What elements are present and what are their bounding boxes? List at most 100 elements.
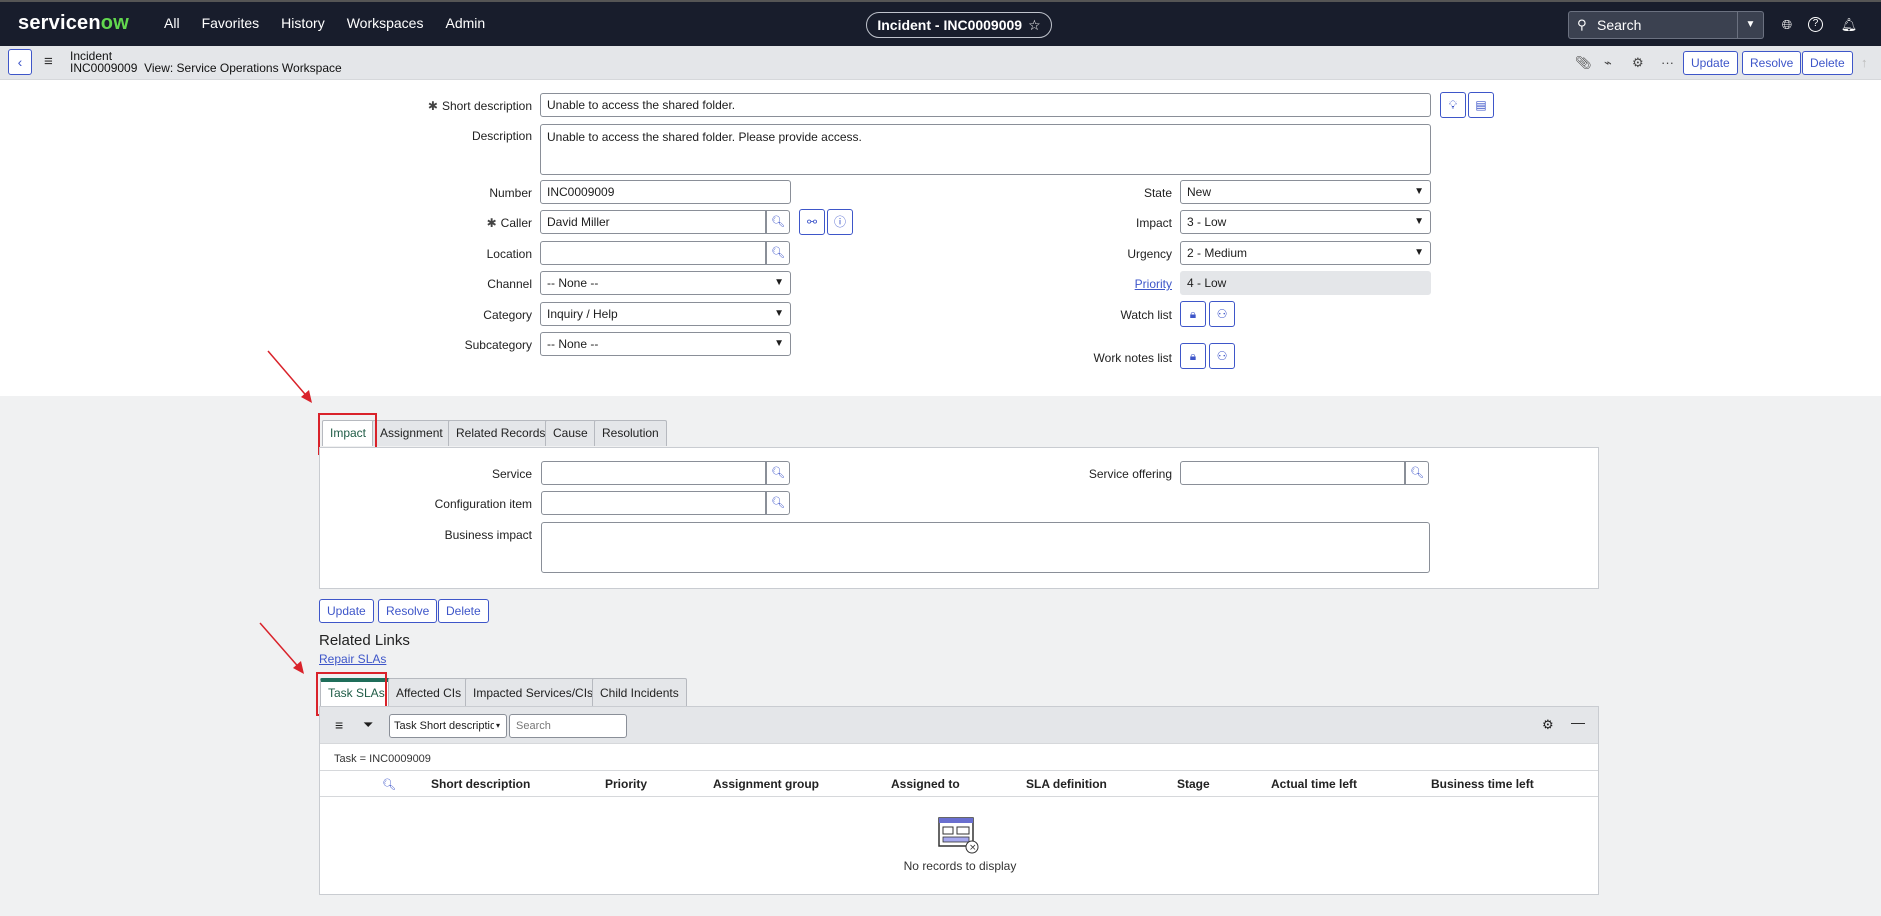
notifications-bell-icon[interactable]: 🔔︎ xyxy=(1840,16,1858,34)
urgency-select[interactable]: 2 - Medium ▼ xyxy=(1180,241,1431,265)
record-view: View: Service Operations Workspace xyxy=(144,61,342,75)
tab-cause[interactable]: Cause xyxy=(545,420,596,446)
svg-text:×: × xyxy=(969,843,977,853)
globe-icon[interactable]: 🌐︎ xyxy=(1778,16,1796,34)
watch-list-add-me-icon[interactable]: ⚇ xyxy=(1209,301,1235,327)
resolve-button[interactable]: Resolve xyxy=(378,599,438,623)
list-collapse-icon[interactable]: — xyxy=(1571,714,1585,730)
repair-slas-link[interactable]: Repair SLAs xyxy=(319,652,386,666)
delete-button-header[interactable]: Delete xyxy=(1802,51,1853,75)
resolve-button-header[interactable]: Resolve xyxy=(1742,51,1802,75)
watch-list-lock-icon[interactable]: 🔒︎ xyxy=(1180,301,1206,327)
tab-child-incidents[interactable]: Child Incidents xyxy=(592,678,687,708)
related-links-heading: Related Links xyxy=(319,632,410,649)
column-header-assignment-group[interactable]: Assignment group xyxy=(713,777,819,791)
chevron-down-icon: ▼ xyxy=(774,277,784,288)
nav-links: All Favorites History Workspaces Admin xyxy=(164,15,485,31)
list-field-select[interactable]: Task Short descriptio ▾ xyxy=(389,714,507,738)
location-lookup-search-icon[interactable]: 🔍︎ xyxy=(766,241,790,265)
number-input[interactable]: INC0009009 xyxy=(540,180,791,204)
chevron-down-icon: ▼ xyxy=(774,338,784,349)
service-offering-lookup-search-icon[interactable]: 🔍︎ xyxy=(1405,461,1429,485)
update-button[interactable]: Update xyxy=(319,599,374,623)
tab-assignment[interactable]: Assignment xyxy=(372,420,451,446)
configuration-item-lookup-search-icon[interactable]: 🔍︎ xyxy=(766,491,790,515)
work-notes-add-me-icon[interactable]: ⚇ xyxy=(1209,343,1235,369)
impact-label: Impact xyxy=(1135,216,1172,230)
impact-select[interactable]: 3 - Low ▼ xyxy=(1180,210,1431,234)
empty-list-message: No records to display xyxy=(903,859,1017,873)
service-lookup-search-icon[interactable]: 🔍︎ xyxy=(766,461,790,485)
record-header-title: Incident INC0009009 View: Service Operat… xyxy=(70,50,342,74)
search-dropdown-button[interactable]: ▼ xyxy=(1738,11,1764,39)
attachment-icon[interactable]: 📎︎ xyxy=(1575,55,1592,71)
location-input[interactable] xyxy=(540,241,766,265)
caller-input[interactable]: David Miller xyxy=(540,210,766,234)
personalize-icon[interactable]: ⚙︎ xyxy=(1632,55,1644,71)
nav-admin[interactable]: Admin xyxy=(445,15,485,31)
help-icon[interactable]: ? xyxy=(1808,17,1823,32)
column-header-stage[interactable]: Stage xyxy=(1177,777,1210,791)
business-impact-textarea[interactable] xyxy=(541,522,1430,573)
column-header-priority[interactable]: Priority xyxy=(605,777,647,791)
list-menu-icon[interactable]: ≡ xyxy=(335,717,343,733)
caller-dependency-icon[interactable]: ⚯ xyxy=(799,209,825,235)
update-button-header[interactable]: Update xyxy=(1683,51,1738,75)
form-header: ‹ ≡ Incident INC0009009 View: Service Op… xyxy=(0,46,1881,80)
column-header-assigned-to[interactable]: Assigned to xyxy=(891,777,960,791)
nav-workspaces[interactable]: Workspaces xyxy=(347,15,424,31)
delete-button[interactable]: Delete xyxy=(438,599,489,623)
servicenow-logo[interactable]: servicenow xyxy=(18,12,129,35)
activity-icon[interactable]: ⌁ xyxy=(1604,55,1612,71)
knowledge-book-icon[interactable]: ▤ xyxy=(1468,92,1494,118)
caller-label: ✱ Caller xyxy=(486,216,532,230)
channel-select[interactable]: -- None -- ▼ xyxy=(540,271,791,295)
service-offering-input[interactable] xyxy=(1180,461,1405,485)
scroll-top-icon[interactable]: ↑ xyxy=(1861,55,1868,70)
empty-list-icon: × xyxy=(938,817,979,854)
chevron-down-icon: ▼ xyxy=(1414,186,1424,197)
context-menu-icon[interactable]: ≡ xyxy=(44,53,53,70)
column-header-business-time-left[interactable]: Business time left xyxy=(1431,777,1534,791)
chevron-down-icon: ▼ xyxy=(1414,247,1424,258)
description-textarea[interactable]: Unable to access the shared folder. Plea… xyxy=(540,124,1431,175)
list-breadcrumb[interactable]: Task = INC0009009 xyxy=(334,753,431,765)
tab-related-records[interactable]: Related Records xyxy=(448,420,554,446)
tab-impacted-services-cis[interactable]: Impacted Services/CIs xyxy=(465,678,602,708)
star-icon[interactable]: ☆ xyxy=(1028,17,1041,33)
channel-label: Channel xyxy=(487,277,532,291)
record-title: Incident - INC0009009 xyxy=(877,17,1023,33)
caller-lookup-search-icon[interactable]: 🔍︎ xyxy=(766,210,790,234)
priority-label-link[interactable]: Priority xyxy=(1060,277,1172,291)
configuration-item-input[interactable] xyxy=(541,491,766,515)
suggestion-lightbulb-icon[interactable]: 💡︎ xyxy=(1440,92,1466,118)
list-search-input[interactable]: Search xyxy=(509,714,627,738)
column-header-short-description[interactable]: Short description xyxy=(431,777,530,791)
caller-info-icon[interactable]: ⓘ xyxy=(827,209,853,235)
category-select[interactable]: Inquiry / Help ▼ xyxy=(540,302,791,326)
record-title-pill[interactable]: Incident - INC0009009 ☆ xyxy=(866,12,1052,38)
service-input[interactable] xyxy=(541,461,766,485)
nav-all[interactable]: All xyxy=(164,15,180,31)
tab-resolution[interactable]: Resolution xyxy=(594,420,667,446)
nav-history[interactable]: History xyxy=(281,15,325,31)
short-description-input[interactable]: Unable to access the shared folder. xyxy=(540,93,1431,117)
filter-icon[interactable]: ⏷ xyxy=(363,717,373,733)
column-search-icon[interactable]: 🔍︎ xyxy=(382,778,396,791)
state-select[interactable]: New ▼ xyxy=(1180,180,1431,204)
list-toolbar: ≡ ⏷ Task Short descriptio ▾ Search ⚙︎ — xyxy=(320,707,1598,744)
column-header-sla-definition[interactable]: SLA definition xyxy=(1026,777,1107,791)
tab-affected-cis[interactable]: Affected CIs xyxy=(388,678,470,708)
subcategory-select[interactable]: -- None -- ▼ xyxy=(540,332,791,356)
work-notes-lock-icon[interactable]: 🔒︎ xyxy=(1180,343,1206,369)
global-search[interactable]: ⚲ Search xyxy=(1568,11,1738,39)
divider xyxy=(320,796,1598,797)
list-settings-gear-icon[interactable]: ⚙︎ xyxy=(1542,717,1554,733)
nav-favorites[interactable]: Favorites xyxy=(202,15,260,31)
divider xyxy=(320,770,1598,771)
back-button[interactable]: ‹ xyxy=(8,49,32,75)
more-options-icon[interactable]: ··· xyxy=(1661,55,1674,70)
column-header-actual-time-left[interactable]: Actual time left xyxy=(1271,777,1357,791)
urgency-label: Urgency xyxy=(1127,247,1172,261)
work-notes-list-label: Work notes list xyxy=(1093,351,1172,365)
